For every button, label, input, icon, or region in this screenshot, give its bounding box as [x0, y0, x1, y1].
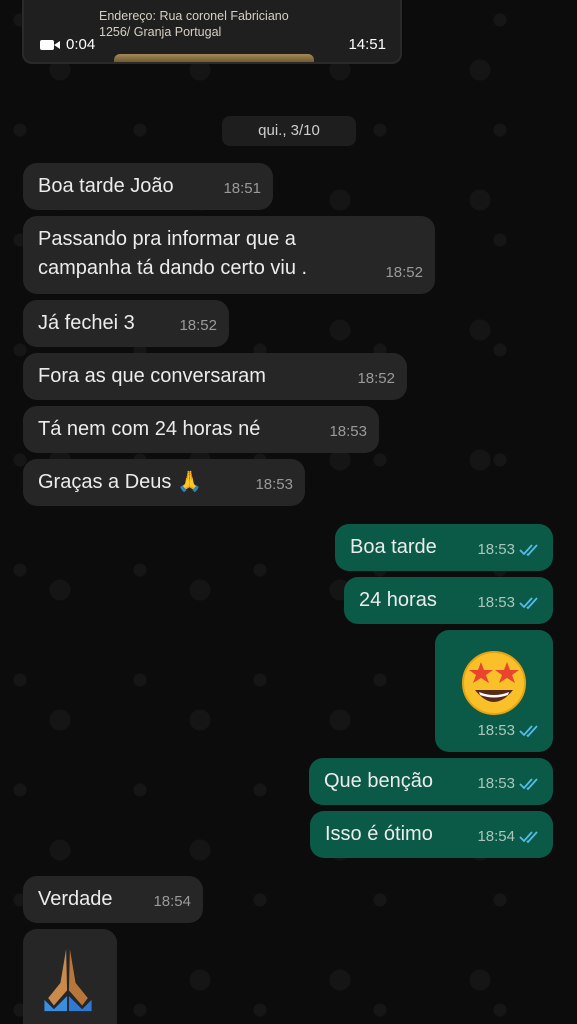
message-time: 18:53 [477, 775, 515, 792]
star-struck-emoji-icon [462, 651, 526, 715]
video-camera-icon [40, 39, 60, 50]
message-text: Boa tarde João [38, 175, 174, 197]
message-time: 18:54 [477, 828, 515, 845]
message-bubble-incoming[interactable]: Tá nem com 24 horas né 18:53 [23, 406, 379, 453]
message-time: 18:52 [385, 264, 423, 281]
message-bubble-incoming[interactable]: Passando pra informar que a campanha tá … [23, 216, 435, 294]
read-receipt-icon [519, 830, 538, 843]
read-receipt-icon [519, 724, 538, 737]
video-duration-text: 0:04 [66, 36, 96, 53]
folded-hands-emoji-icon [44, 948, 92, 1012]
read-receipt-icon [519, 543, 538, 556]
message-time: 18:53 [477, 594, 515, 611]
message-bubble-outgoing[interactable]: Boa tarde 18:53 [335, 524, 553, 571]
message-bubble-outgoing[interactable]: Que benção 18:53 [309, 758, 553, 805]
message-time: 18:53 [255, 476, 293, 493]
message-text: 24 horas [359, 589, 437, 611]
video-caption: Endereço: Rua coronel Fabriciano 1256/ G… [99, 8, 359, 40]
message-time: 18:53 [477, 541, 515, 558]
address-line-2: 1256/ Granja Portugal [99, 25, 222, 39]
message-bubble-incoming[interactable]: Já fechei 3 18:52 [23, 300, 229, 347]
date-separator: qui., 3/10 [222, 116, 356, 146]
video-message-card[interactable]: Endereço: Rua coronel Fabriciano 1256/ G… [22, 0, 402, 64]
message-bubble-outgoing[interactable]: Isso é ótimo 18:54 [310, 811, 553, 858]
video-timestamp: 14:51 [348, 36, 386, 53]
video-duration: 0:04 [40, 36, 95, 53]
message-text: Graças a Deus 🙏 [38, 471, 202, 493]
read-receipt-icon [519, 777, 538, 790]
message-time: 18:53 [329, 423, 367, 440]
message-time: 18:52 [357, 370, 395, 387]
message-text: Tá nem com 24 horas né [38, 418, 261, 440]
message-bubble-incoming[interactable]: Graças a Deus 🙏 18:53 [23, 459, 305, 506]
message-text: Verdade [38, 888, 113, 910]
message-time: 18:54 [153, 893, 191, 910]
message-bubble-incoming[interactable] [23, 929, 117, 1024]
message-time: 18:53 [477, 722, 515, 739]
message-bubble-outgoing[interactable]: 18:53 [435, 630, 553, 752]
message-bubble-outgoing[interactable]: 24 horas 18:53 [344, 577, 553, 624]
message-text: Isso é ótimo [325, 823, 433, 845]
message-text: Fora as que conversaram [38, 365, 266, 387]
message-bubble-incoming[interactable]: Verdade 18:54 [23, 876, 203, 923]
message-text: Já fechei 3 [38, 312, 135, 334]
message-text: Passando pra informar que a campanha tá … [38, 228, 308, 279]
chat-screen: Endereço: Rua coronel Fabriciano 1256/ G… [0, 0, 577, 1024]
message-text: Boa tarde [350, 536, 437, 558]
message-bubble-incoming[interactable]: Boa tarde João 18:51 [23, 163, 273, 210]
message-time: 18:51 [223, 180, 261, 197]
message-bubble-incoming[interactable]: Fora as que conversaram 18:52 [23, 353, 407, 400]
message-time: 18:52 [179, 317, 217, 334]
video-thumbnail-strip [114, 54, 314, 62]
address-line-1: Endereço: Rua coronel Fabriciano [99, 9, 289, 23]
read-receipt-icon [519, 596, 538, 609]
message-text: Que benção [324, 770, 433, 792]
